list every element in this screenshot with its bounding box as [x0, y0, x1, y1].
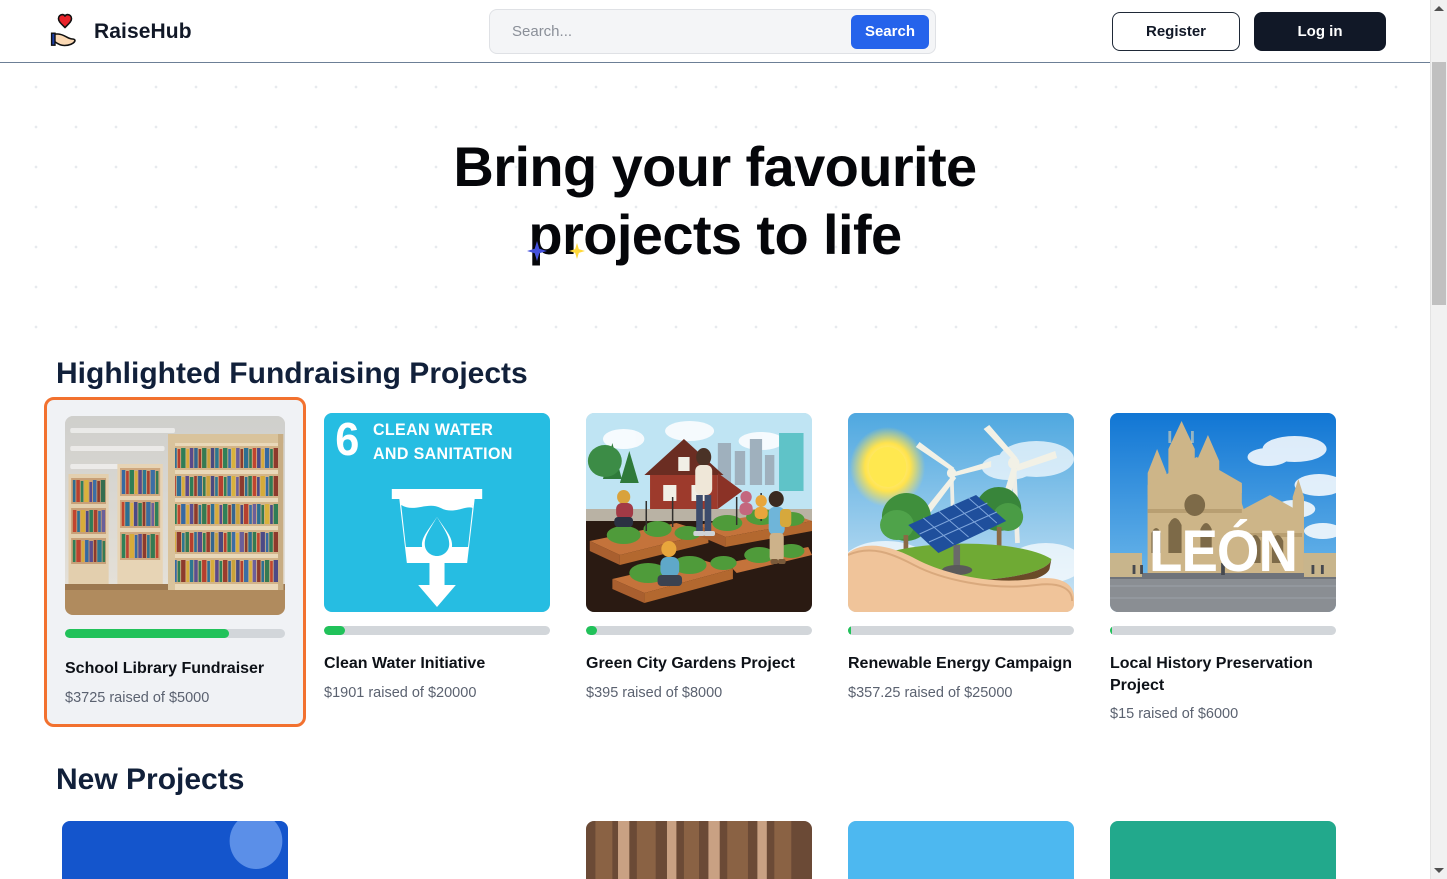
brand-logo-link[interactable]: RaiseHub [48, 12, 192, 52]
progress-fill [1110, 626, 1112, 635]
new-projects-row [0, 820, 1430, 879]
project-title: School Library Fundraiser [65, 660, 265, 677]
login-button[interactable]: Log in [1254, 12, 1386, 51]
progress-fill [848, 626, 852, 635]
project-title: Clean Water Initiative [324, 655, 486, 672]
hero-section: Bring your favourite projects to life [0, 63, 1430, 343]
scrollbar-thumb[interactable] [1432, 62, 1446, 305]
light-blue-image [848, 820, 1074, 879]
project-title: Local History Preservation Project [1110, 655, 1313, 694]
new-project-card-3[interactable] [568, 820, 830, 879]
hand-holding-renewable-energy-photo [848, 413, 1074, 612]
brand-name: RaiseHub [94, 20, 192, 43]
progress-fill [586, 626, 598, 635]
vertical-scrollbar[interactable] [1430, 0, 1447, 879]
progress-bar [1110, 626, 1336, 635]
hero-title-line-1: Bring your favourite [453, 134, 977, 198]
browser-viewport: RaiseHub Search Register Log in Bring yo… [0, 0, 1447, 879]
svg-text:CLEAN WATER: CLEAN WATER [373, 421, 493, 440]
page-content: RaiseHub Search Register Log in Bring yo… [0, 0, 1430, 879]
progress-bar [65, 629, 285, 638]
progress-fill [324, 626, 346, 635]
highlighted-projects-row: School Library Fundraiser $3725 raised o… [0, 397, 1430, 727]
blue-banner-image [62, 820, 288, 879]
project-card-green-city-gardens[interactable]: Green City Gardens Project $395 raised o… [568, 413, 830, 701]
project-amount: $1901 raised of $20000 [324, 684, 477, 701]
community-garden-illustration [586, 413, 812, 612]
progress-bar [324, 626, 550, 635]
wooden-crowd-image [586, 820, 812, 879]
scroll-down-arrow-icon[interactable] [1431, 862, 1447, 879]
progress-bar [848, 626, 1074, 635]
project-card-renewable-energy[interactable]: Renewable Energy Campaign $357.25 raised… [830, 413, 1092, 701]
scroll-up-arrow-icon[interactable] [1431, 0, 1447, 17]
new-project-card-1[interactable] [44, 820, 306, 879]
teal-green-image [1110, 820, 1336, 879]
project-title: Renewable Energy Campaign [848, 655, 1073, 672]
sparkle-yellow-icon [569, 243, 585, 259]
search-input[interactable] [490, 11, 851, 52]
new-project-card-4[interactable] [830, 820, 1092, 879]
project-amount: $357.25 raised of $25000 [848, 684, 1013, 701]
heart-in-hand-icon [48, 12, 82, 52]
hero-title-line-2: projects to life [528, 202, 902, 266]
sdg6-clean-water-and-sanitation-icon: 6 CLEAN WATER AND SANITATION [324, 413, 550, 612]
site-header: RaiseHub Search Register Log in [0, 0, 1430, 63]
new-project-card-5[interactable] [1092, 820, 1354, 879]
highlighted-section-title: Highlighted Fundraising Projects [56, 357, 528, 390]
project-amount: $15 raised of $6000 [1110, 706, 1239, 723]
project-amount: $3725 raised of $5000 [65, 689, 210, 706]
project-card-school-library[interactable]: School Library Fundraiser $3725 raised o… [44, 397, 306, 727]
page-title: Bring your favourite projects to life [0, 138, 1430, 266]
progress-fill [65, 629, 229, 638]
svg-text:6: 6 [335, 415, 359, 465]
new-projects-section-title: New Projects [56, 762, 245, 796]
project-card-clean-water[interactable]: 6 CLEAN WATER AND SANITATION Clean Water [306, 413, 568, 701]
project-title: Green City Gardens Project [586, 655, 795, 672]
library-bookshelves-photo [65, 416, 285, 615]
register-button[interactable]: Register [1112, 12, 1240, 51]
project-card-local-history[interactable]: LEÓN Local History Preservation Project … [1092, 413, 1354, 722]
leon-cathedral-photo: LEÓN [1110, 413, 1336, 612]
progress-bar [586, 626, 812, 635]
project-amount: $395 raised of $8000 [586, 684, 723, 701]
svg-text:LEÓN: LEÓN [1149, 518, 1297, 583]
sparkle-blue-icon [527, 241, 547, 261]
svg-text:AND SANITATION: AND SANITATION [373, 445, 513, 464]
search-button[interactable]: Search [850, 14, 929, 49]
search-bar: Search [489, 9, 936, 54]
auth-actions: Register Log in [1112, 12, 1386, 51]
